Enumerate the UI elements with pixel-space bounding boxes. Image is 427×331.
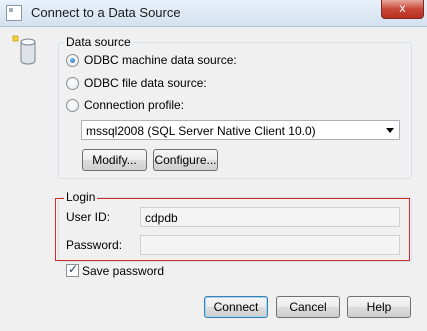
connect-button[interactable]: Connect <box>204 296 268 318</box>
odbc-file-radio[interactable] <box>66 76 79 90</box>
password-field[interactable] <box>140 235 400 255</box>
window-title: Connect to a Data Source <box>31 5 181 20</box>
data-source-select-value: mssql2008 (SQL Server Native Client 10.0… <box>86 124 316 138</box>
user-id-field[interactable]: cdpdb <box>140 207 400 227</box>
login-group-label: Login <box>64 190 98 204</box>
database-icon <box>12 35 36 65</box>
odbc-machine-radio[interactable] <box>66 53 79 67</box>
help-button[interactable]: Help <box>347 296 411 318</box>
odbc-machine-label: ODBC machine data source: <box>84 53 237 67</box>
save-password-label[interactable]: Save password <box>82 264 164 278</box>
configure-button[interactable]: Configure... <box>153 149 218 171</box>
cancel-button[interactable]: Cancel <box>276 296 340 318</box>
dialog-body: Data source ODBC machine data source: OD… <box>0 27 427 331</box>
window-icon <box>6 5 22 21</box>
connection-profile-label: Connection profile: <box>84 98 185 112</box>
checkmark-icon: ✓ <box>67 262 79 276</box>
title-bar[interactable]: Connect to a Data Source x <box>0 0 427 27</box>
odbc-machine-radio-row[interactable]: ODBC machine data source: <box>66 53 237 67</box>
connection-profile-radio-row[interactable]: Connection profile: <box>66 98 184 112</box>
odbc-file-radio-row[interactable]: ODBC file data source: <box>66 76 207 90</box>
odbc-file-label: ODBC file data source: <box>84 76 207 90</box>
modify-button[interactable]: Modify... <box>82 149 147 171</box>
data-source-group-label: Data source <box>64 35 133 49</box>
data-source-select[interactable]: mssql2008 (SQL Server Native Client 10.0… <box>81 120 400 140</box>
password-label: Password: <box>66 238 123 252</box>
close-button[interactable]: x <box>381 0 424 19</box>
chevron-down-icon[interactable] <box>386 128 394 133</box>
save-password-checkbox[interactable]: ✓ <box>66 262 79 277</box>
user-id-label: User ID: <box>66 210 111 224</box>
connection-profile-radio[interactable] <box>66 98 79 112</box>
user-id-value: cdpdb <box>145 211 178 225</box>
